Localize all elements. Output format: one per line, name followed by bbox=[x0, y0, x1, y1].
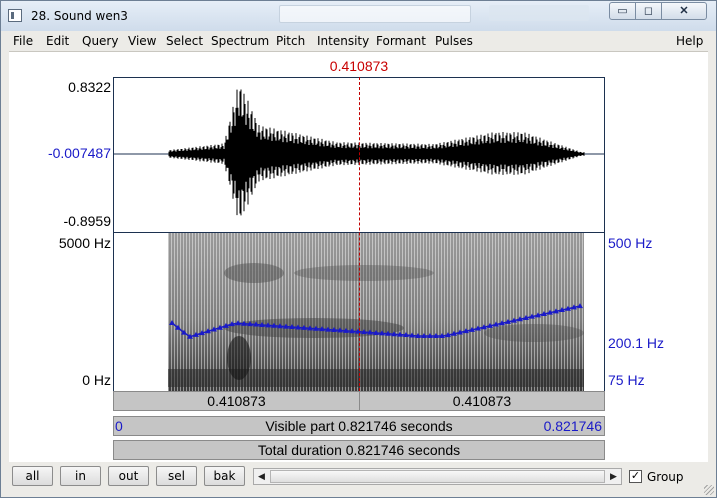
menu-query[interactable]: Query bbox=[82, 34, 118, 48]
zoom-back-button[interactable]: bak bbox=[204, 466, 245, 486]
menu-help[interactable]: Help bbox=[676, 34, 703, 48]
zoom-in-button[interactable]: in bbox=[60, 466, 101, 486]
window-title: 28. Sound wen3 bbox=[31, 9, 128, 23]
background-window-field-2 bbox=[489, 5, 589, 21]
menu-formant[interactable]: Formant bbox=[376, 34, 426, 48]
sound-editor-window: 28. Sound wen3 ▭ ◻ ✕ File Edit Query Vie… bbox=[0, 0, 717, 498]
selection-right-duration[interactable]: 0.410873 bbox=[360, 392, 604, 410]
spectrogram-bottom-freq-label: 0 Hz bbox=[82, 372, 111, 388]
waveform-min-label: -0.8959 bbox=[63, 213, 111, 229]
horizontal-scrollbar[interactable]: ◀ ▶ bbox=[253, 468, 622, 485]
spectrogram-top-freq-label: 5000 Hz bbox=[58, 235, 111, 251]
maximize-button[interactable]: ◻ bbox=[635, 2, 662, 20]
visible-part-label: Visible part 0.821746 seconds bbox=[265, 418, 453, 434]
minimize-button[interactable]: ▭ bbox=[609, 2, 636, 20]
resize-grip-icon[interactable] bbox=[704, 485, 714, 495]
menu-pitch[interactable]: Pitch bbox=[276, 34, 305, 48]
visible-end-time: 0.821746 bbox=[543, 418, 602, 434]
menu-pulses[interactable]: Pulses bbox=[435, 34, 473, 48]
menu-view[interactable]: View bbox=[128, 34, 156, 48]
pitch-mid-label: 200.1 Hz bbox=[608, 335, 665, 351]
group-checkbox[interactable]: ✓ bbox=[629, 470, 642, 483]
waveform-max-label: 0.8322 bbox=[68, 79, 111, 95]
title-bar[interactable]: 28. Sound wen3 ▭ ◻ ✕ bbox=[1, 1, 716, 31]
sound-canvas[interactable]: 0.410873 0.8322 -0.007487 -0.8959 5000 H… bbox=[9, 52, 708, 462]
pitch-top-label: 500 Hz bbox=[608, 235, 653, 251]
bottom-toolbar: all in out sel bak ◀ ▶ ✓ Group bbox=[9, 462, 708, 492]
menu-intensity[interactable]: Intensity bbox=[317, 34, 369, 48]
menu-bar: File Edit Query View Select Spectrum Pit… bbox=[9, 31, 708, 52]
zoom-out-button[interactable]: out bbox=[108, 466, 149, 486]
scrollbar-thumb[interactable] bbox=[270, 470, 605, 483]
selection-left-duration[interactable]: 0.410873 bbox=[114, 392, 360, 410]
menu-edit[interactable]: Edit bbox=[46, 34, 69, 48]
background-window-field bbox=[279, 5, 471, 23]
menu-select[interactable]: Select bbox=[166, 34, 203, 48]
cursor-line bbox=[359, 77, 360, 391]
zoom-all-button[interactable]: all bbox=[12, 466, 53, 486]
praat-window-icon bbox=[8, 9, 22, 22]
group-label: Group bbox=[647, 470, 684, 484]
close-button[interactable]: ✕ bbox=[661, 2, 707, 20]
visible-part-bar[interactable]: 0 Visible part 0.821746 seconds 0.821746 bbox=[113, 416, 605, 436]
pitch-bottom-label: 75 Hz bbox=[608, 372, 645, 388]
waveform-trace bbox=[168, 89, 585, 216]
scroll-right-icon[interactable]: ▶ bbox=[606, 469, 621, 484]
cursor-time-label: 0.410873 bbox=[329, 58, 389, 74]
selection-bar[interactable]: 0.410873 0.410873 bbox=[113, 391, 605, 411]
total-duration-bar[interactable]: Total duration 0.821746 seconds bbox=[113, 440, 605, 460]
scroll-left-icon[interactable]: ◀ bbox=[254, 469, 269, 484]
total-duration-label: Total duration 0.821746 seconds bbox=[257, 442, 461, 458]
zoom-sel-button[interactable]: sel bbox=[156, 466, 197, 486]
waveform-zero-label: -0.007487 bbox=[47, 145, 111, 161]
menu-spectrum[interactable]: Spectrum bbox=[211, 34, 269, 48]
menu-file[interactable]: File bbox=[13, 34, 33, 48]
